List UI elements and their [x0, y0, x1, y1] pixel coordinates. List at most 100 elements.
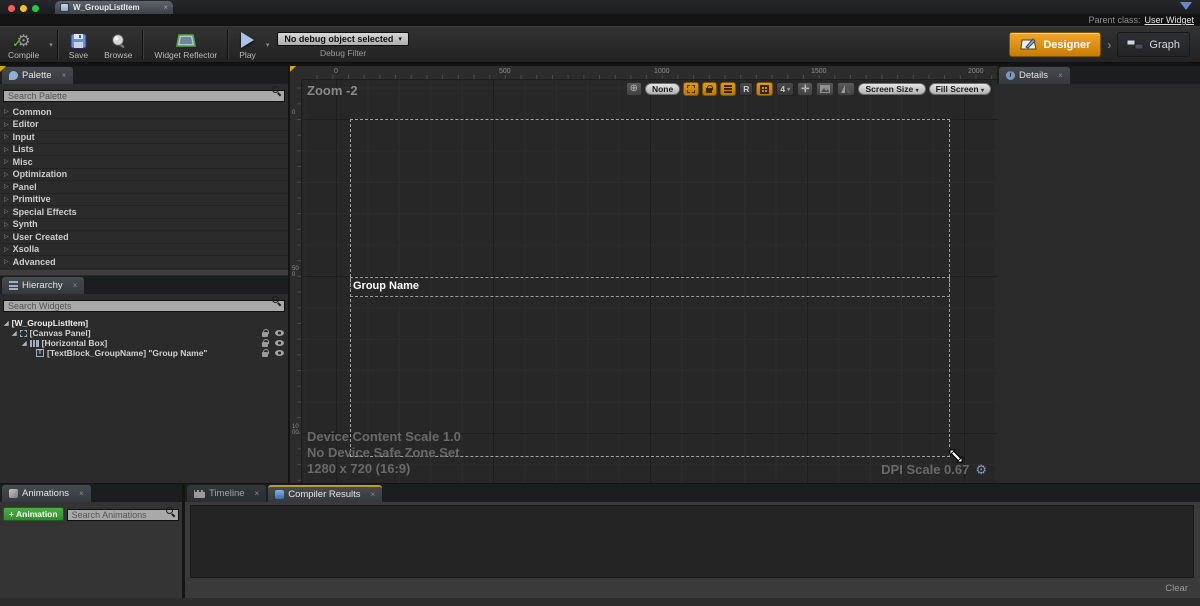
tab-close-icon[interactable]: × [371, 490, 376, 499]
localization-language-dropdown[interactable]: None [645, 83, 680, 95]
minimize-window-button[interactable] [20, 5, 27, 12]
animations-tabbar: Animations × [0, 484, 182, 502]
clear-button[interactable]: Clear [1165, 583, 1188, 594]
save-floppy-icon [70, 33, 87, 49]
flip-preview-button[interactable] [837, 82, 855, 96]
tree-row-textblock[interactable]: T [TextBlock_GroupName] "Group Name" [0, 348, 288, 358]
tab-details[interactable]: i Details × [999, 67, 1070, 84]
browse-button[interactable]: Browse [96, 27, 140, 62]
palette-category-user-created[interactable]: ▷User Created [0, 231, 288, 244]
outline-icon [687, 85, 695, 93]
tab-animations[interactable]: Animations × [2, 485, 91, 502]
tab-close-icon[interactable]: × [62, 71, 67, 80]
close-window-button[interactable] [8, 5, 15, 12]
preview-background-button[interactable] [816, 82, 834, 96]
editor-mode-switcher: Designer › Graph [1009, 27, 1200, 62]
lock-icon[interactable] [262, 329, 269, 337]
palette-footer-strip [0, 270, 288, 275]
tree-row-canvas-panel[interactable]: ◢ [Canvas Panel] [0, 328, 288, 338]
parent-class-label: Parent class: [1088, 15, 1140, 25]
play-button[interactable]: Play [231, 27, 264, 62]
palette-category-xsolla[interactable]: ▷Xsolla [0, 244, 288, 257]
visibility-eye-icon[interactable] [275, 330, 284, 336]
expander-icon[interactable]: ◢ [4, 320, 9, 327]
tab-close-icon[interactable]: × [79, 489, 84, 498]
tab-close-icon[interactable]: × [73, 281, 78, 290]
snap-to-grid-toggle[interactable] [756, 82, 773, 96]
resize-cursor-icon [947, 447, 965, 465]
palette-category-editor[interactable]: ▷Editor [0, 119, 288, 132]
screen-size-dropdown[interactable]: Screen Size ▾ [858, 83, 925, 95]
animations-icon [9, 489, 18, 498]
palette-category-panel[interactable]: ▷Panel [0, 181, 288, 194]
lock-icon[interactable] [262, 349, 269, 357]
palette-category-advanced[interactable]: ▷Advanced [0, 256, 288, 269]
expander-icon[interactable]: ◢ [12, 330, 17, 337]
design-surface[interactable]: Zoom -2 ⊕ None R 4 [302, 80, 997, 483]
parent-class-link[interactable]: User Widget [1144, 15, 1194, 25]
dpi-settings-gear-icon[interactable]: ⚙ [975, 463, 987, 476]
palette-search-input[interactable] [3, 90, 285, 102]
expander-icon[interactable]: ◢ [22, 340, 27, 347]
palette-category-optimization[interactable]: ▷Optimization [0, 169, 288, 182]
asset-tab-close-icon[interactable]: × [163, 3, 168, 12]
tab-close-icon[interactable]: × [255, 489, 260, 498]
tab-timeline[interactable]: Timeline × [187, 485, 266, 502]
save-button[interactable]: Save [61, 27, 96, 62]
tree-row-root[interactable]: ◢ [W_GroupListItem] [0, 318, 288, 328]
group-name-textblock[interactable]: Group Name [353, 280, 419, 292]
tab-close-icon[interactable]: × [1058, 71, 1063, 80]
fill-screen-dropdown[interactable]: Fill Screen ▾ [929, 83, 991, 95]
localization-preview-button[interactable]: ⊕ [626, 82, 642, 96]
lock-icon[interactable] [262, 339, 269, 347]
compile-button[interactable]: ⚙✓ Compile [0, 27, 47, 62]
horizontal-box-icon [30, 340, 39, 347]
palette-category-common[interactable]: ▷Common [0, 106, 288, 119]
tab-hierarchy[interactable]: Hierarchy × [2, 277, 84, 294]
animations-body [0, 526, 182, 605]
widget-reflector-icon [175, 33, 197, 49]
palette-category-primitive[interactable]: ▷Primitive [0, 194, 288, 207]
safe-zone-label: No Device Safe Zone Set [307, 445, 461, 461]
palette-category-special-effects[interactable]: ▷Special Effects [0, 206, 288, 219]
asset-tab[interactable]: W_GroupListItem × [55, 1, 173, 14]
palette-category-misc[interactable]: ▷Misc [0, 156, 288, 169]
show-outlines-toggle[interactable] [683, 82, 699, 96]
animations-search-input[interactable] [67, 509, 179, 521]
mirror-icon [841, 85, 851, 94]
graph-mode-button[interactable]: Graph [1117, 32, 1190, 57]
widget-reflector-button[interactable]: Widget Reflector [146, 27, 225, 62]
palette-tabbar: Palette × [0, 66, 288, 84]
palette-category-synth[interactable]: ▷Synth [0, 219, 288, 232]
r-toggle[interactable]: R [739, 82, 753, 96]
window-menu-icon[interactable] [1180, 2, 1192, 10]
transform-mode-button[interactable]: ✛ [797, 82, 813, 96]
maximize-window-button[interactable] [32, 5, 39, 12]
hierarchy-icon [9, 281, 18, 290]
align-bars-icon [724, 85, 732, 93]
dropdown-caret-icon: ▾ [787, 86, 790, 93]
compiler-results-log[interactable] [190, 505, 1194, 578]
respect-locks-toggle[interactable] [702, 82, 717, 96]
designer-mode-button[interactable]: Designer [1009, 32, 1101, 57]
hierarchy-panel: Hierarchy × ◢ [W_GroupListItem] ◢ [Canva… [0, 276, 288, 483]
hierarchy-search-row [0, 294, 288, 316]
selected-widget-outline[interactable] [350, 277, 950, 297]
canvas-panel-icon [20, 330, 27, 337]
add-animation-button[interactable]: + Animation [3, 507, 64, 521]
visibility-eye-icon[interactable] [275, 350, 284, 356]
visibility-eye-icon[interactable] [275, 340, 284, 346]
image-icon [820, 85, 830, 93]
grid-size-dropdown[interactable]: 4 ▾ [776, 82, 794, 96]
tree-row-horizontal-box[interactable]: ◢ [Horizontal Box] [0, 338, 288, 348]
hierarchy-search-input[interactable] [3, 300, 285, 312]
dropdown-caret-icon: ▾ [916, 88, 919, 94]
debug-object-dropdown[interactable]: No debug object selected ▾ [277, 32, 409, 46]
palette-category-input[interactable]: ▷Input [0, 131, 288, 144]
palette-category-lists[interactable]: ▷Lists [0, 144, 288, 157]
tab-palette[interactable]: Palette × [2, 67, 73, 84]
play-options-caret-icon[interactable]: ▾ [266, 41, 270, 49]
rulers-toggle[interactable] [720, 82, 736, 96]
compile-options-caret-icon[interactable]: ▾ [49, 41, 53, 49]
tab-compiler-results[interactable]: Compiler Results × [268, 485, 382, 502]
